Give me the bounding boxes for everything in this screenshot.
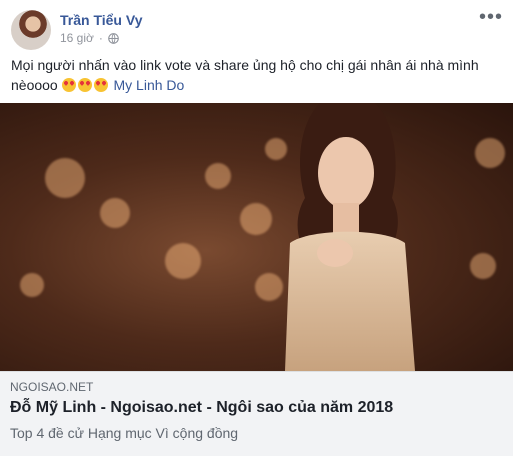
heart-eyes-emoji	[61, 78, 76, 92]
link-domain: NGOISAO.NET	[10, 380, 94, 394]
post-meta: 16 giờ ·	[60, 31, 119, 45]
separator-dot: ·	[98, 31, 103, 45]
author-avatar[interactable]	[11, 10, 51, 50]
post-text: Mọi người nhấn vào link vote và share ủn…	[11, 55, 496, 95]
shared-photo[interactable]	[0, 103, 513, 371]
woman-figure	[285, 103, 415, 371]
post-timestamp[interactable]: 16 giờ	[60, 31, 94, 45]
tagged-user-link[interactable]: My Linh Do	[114, 77, 185, 93]
link-title[interactable]: Đỗ Mỹ Linh - Ngoisao.net - Ngôi sao của …	[10, 399, 393, 417]
globe-icon	[108, 32, 119, 44]
author-name[interactable]: Trần Tiểu Vy	[60, 12, 142, 28]
link-preview-card[interactable]: NGOISAO.NET Đỗ Mỹ Linh - Ngoisao.net - N…	[0, 371, 513, 456]
link-description: Top 4 đề cử Hạng mục Vì cộng đồng	[10, 425, 239, 441]
facebook-post: Trần Tiểu Vy 16 giờ · ••• Mọi người nhấn…	[0, 0, 513, 456]
heart-eyes-emoji	[77, 78, 92, 92]
heart-eyes-emoji	[93, 78, 108, 92]
more-options-icon[interactable]: •••	[479, 7, 503, 27]
